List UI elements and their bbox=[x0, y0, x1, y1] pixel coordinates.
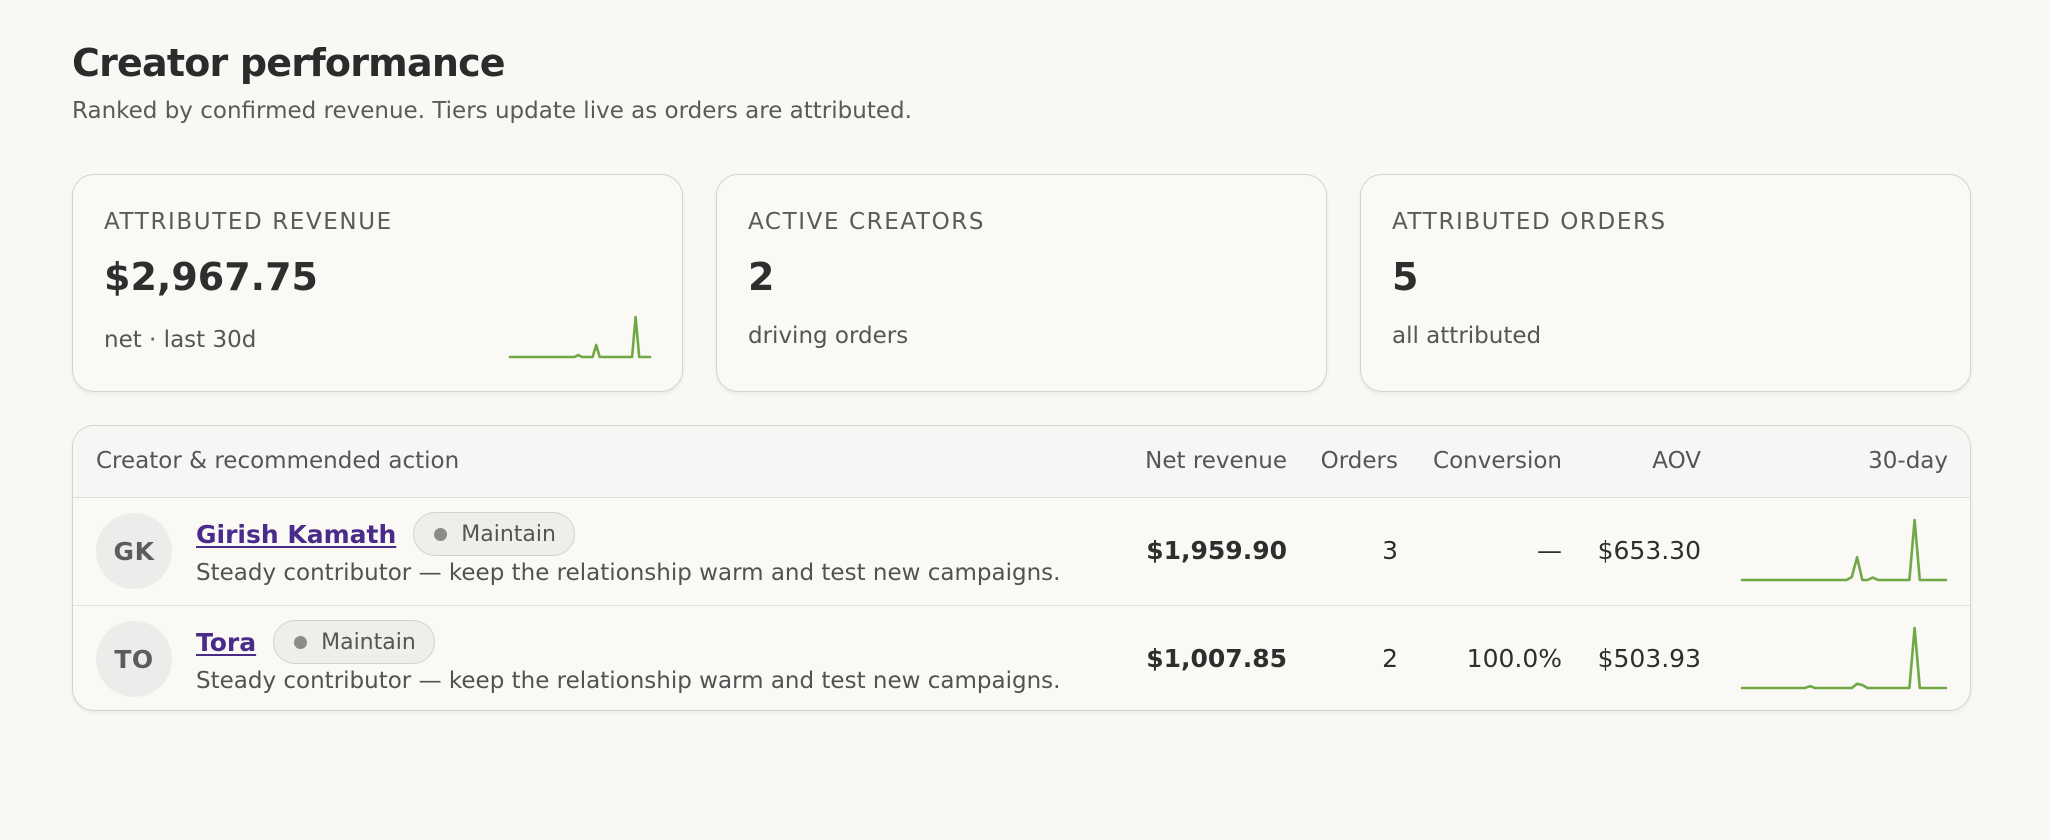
table-row: TO Tora Maintain Steady contributor — ke… bbox=[73, 605, 1970, 710]
table-header: Creator & recommended action Net revenue… bbox=[73, 426, 1970, 498]
kpi-card-active-creators: ACTIVE CREATORS 2 driving orders bbox=[716, 174, 1327, 392]
kpi-value: $2,967.75 bbox=[104, 255, 318, 299]
tier-label: Maintain bbox=[321, 629, 416, 655]
aov-cell: $653.30 bbox=[1597, 536, 1701, 565]
creator-table: Creator & recommended action Net revenue… bbox=[72, 425, 1971, 711]
creator-name-link[interactable]: Tora bbox=[196, 628, 256, 657]
kpi-label: ATTRIBUTED REVENUE bbox=[104, 209, 393, 235]
kpi-label: ATTRIBUTED ORDERS bbox=[1392, 209, 1667, 235]
row-sparkline bbox=[1740, 626, 1948, 690]
header-30-day: 30-day bbox=[1868, 448, 1948, 474]
status-dot-icon bbox=[294, 635, 308, 649]
kpi-note: net · last 30d bbox=[104, 327, 257, 353]
avatar: TO bbox=[96, 621, 172, 697]
kpi-value: 2 bbox=[748, 255, 775, 299]
sparkline-series bbox=[508, 315, 652, 359]
net-revenue-cell: $1,959.90 bbox=[1146, 536, 1287, 565]
tier-badge: Maintain bbox=[273, 620, 435, 664]
creator-performance-page: Creator performance Ranked by confirmed … bbox=[72, 40, 1971, 711]
kpi-note: driving orders bbox=[748, 323, 909, 349]
recommended-action: Steady contributor — keep the relationsh… bbox=[196, 560, 1061, 586]
kpi-label: ACTIVE CREATORS bbox=[748, 209, 986, 235]
avatar: GK bbox=[96, 513, 172, 589]
header-creator: Creator & recommended action bbox=[96, 448, 460, 474]
tier-label: Maintain bbox=[461, 521, 556, 547]
revenue-sparkline bbox=[508, 315, 652, 359]
creator-name-line: Tora Maintain bbox=[196, 620, 435, 664]
net-revenue-cell: $1,007.85 bbox=[1146, 644, 1287, 673]
kpi-note: all attributed bbox=[1392, 323, 1542, 349]
header-net-revenue: Net revenue bbox=[1145, 448, 1287, 474]
kpi-value: 5 bbox=[1392, 255, 1419, 299]
page-subtitle: Ranked by confirmed revenue. Tiers updat… bbox=[72, 98, 912, 124]
conversion-cell: — bbox=[1537, 536, 1562, 565]
orders-cell: 2 bbox=[1382, 644, 1398, 673]
sparkline-series bbox=[1740, 626, 1948, 690]
page-title: Creator performance bbox=[72, 41, 506, 85]
sparkline-series bbox=[1740, 518, 1948, 582]
row-sparkline bbox=[1740, 518, 1948, 582]
header-conversion: Conversion bbox=[1433, 448, 1562, 474]
creator-name-line: Girish Kamath Maintain bbox=[196, 512, 575, 556]
creator-name-link[interactable]: Girish Kamath bbox=[196, 520, 396, 549]
table-row: GK Girish Kamath Maintain Steady contrib… bbox=[73, 498, 1970, 605]
kpi-cards: ATTRIBUTED REVENUE $2,967.75 net · last … bbox=[72, 174, 1971, 392]
orders-cell: 3 bbox=[1382, 536, 1398, 565]
header-aov: AOV bbox=[1652, 448, 1701, 474]
conversion-cell: 100.0% bbox=[1466, 644, 1562, 673]
kpi-card-attributed-orders: ATTRIBUTED ORDERS 5 all attributed bbox=[1360, 174, 1971, 392]
header-orders: Orders bbox=[1320, 448, 1398, 474]
aov-cell: $503.93 bbox=[1597, 644, 1701, 673]
status-dot-icon bbox=[434, 527, 448, 541]
recommended-action: Steady contributor — keep the relationsh… bbox=[196, 668, 1061, 694]
tier-badge: Maintain bbox=[413, 512, 575, 556]
kpi-card-revenue: ATTRIBUTED REVENUE $2,967.75 net · last … bbox=[72, 174, 683, 392]
